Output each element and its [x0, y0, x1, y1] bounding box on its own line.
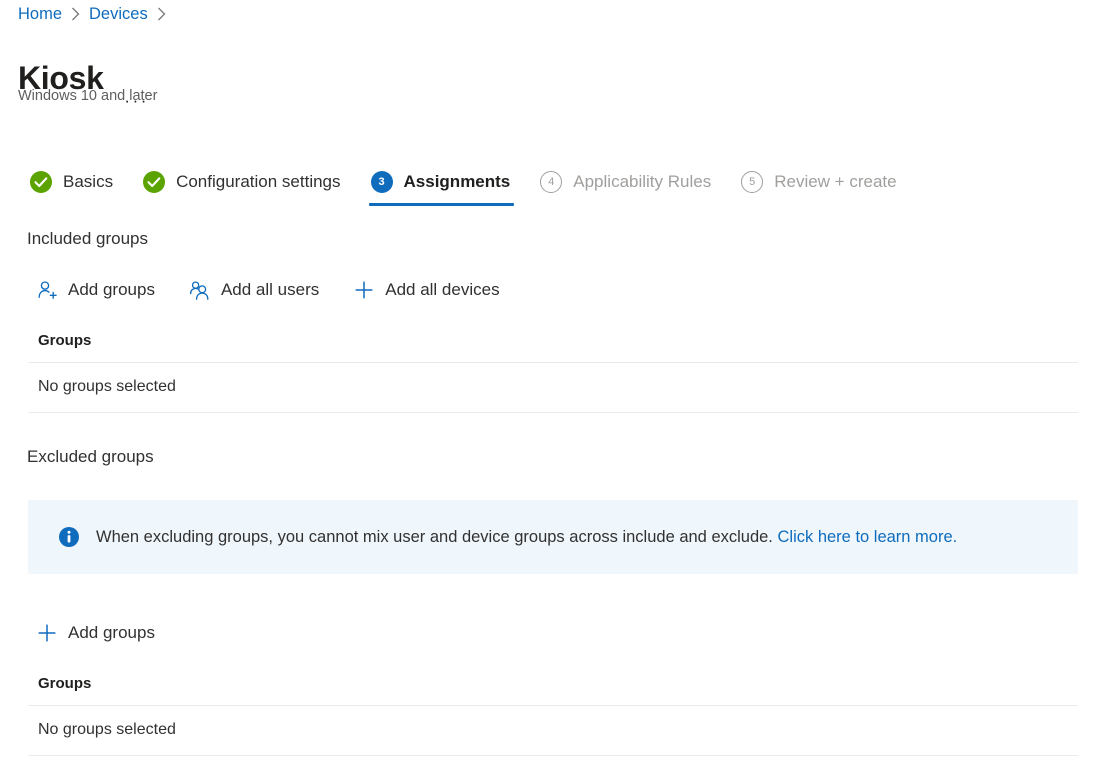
- add-all-users-label: Add all users: [221, 280, 319, 300]
- step-number-badge: 3: [371, 171, 393, 193]
- excluded-groups-heading: Excluded groups: [27, 447, 154, 467]
- excluded-add-groups-label: Add groups: [68, 623, 155, 643]
- excluded-groups-command-bar: Add groups: [34, 616, 187, 650]
- wizard-steps: Basics Configuration settings 3 Assignme…: [24, 160, 921, 208]
- learn-more-link[interactable]: Click here to learn more.: [778, 528, 958, 546]
- add-person-icon: [36, 279, 58, 301]
- tab-configuration-settings[interactable]: Configuration settings: [137, 160, 348, 204]
- step-number-badge: 4: [540, 171, 562, 193]
- page-title-row: Kiosk ···: [18, 38, 152, 119]
- included-groups-command-bar: Add groups Add all users Add all devices: [34, 273, 532, 307]
- check-circle-icon: [30, 171, 52, 193]
- included-groups-table: Groups No groups selected: [28, 328, 1078, 413]
- page-subtitle: Windows 10 and later: [18, 88, 157, 104]
- tab-review-create[interactable]: 5 Review + create: [735, 160, 904, 204]
- add-groups-label: Add groups: [68, 280, 155, 300]
- info-banner-text: When excluding groups, you cannot mix us…: [96, 526, 957, 548]
- add-all-users-button[interactable]: Add all users: [187, 273, 329, 307]
- add-all-devices-label: Add all devices: [385, 280, 499, 300]
- people-icon: [189, 279, 211, 301]
- breadcrumb-item-home[interactable]: Home: [18, 5, 62, 24]
- step-number-badge: 5: [741, 171, 763, 193]
- chevron-right-icon-trailing: [157, 7, 166, 21]
- active-tab-underline: [369, 203, 515, 206]
- tab-assignments[interactable]: 3 Assignments: [365, 160, 519, 204]
- tab-applicability-rules[interactable]: 4 Applicability Rules: [534, 160, 719, 204]
- included-groups-heading: Included groups: [27, 229, 148, 249]
- plus-icon: [36, 622, 58, 644]
- add-all-devices-button[interactable]: Add all devices: [351, 273, 509, 307]
- tab-basics-label: Basics: [63, 172, 113, 192]
- add-groups-button[interactable]: Add groups: [34, 273, 165, 307]
- table-row: No groups selected: [28, 363, 1078, 413]
- tab-review-create-label: Review + create: [774, 172, 896, 192]
- info-icon: [58, 526, 80, 548]
- column-header-groups: Groups: [28, 328, 1078, 363]
- chevron-right-icon: [71, 7, 80, 21]
- column-header-groups: Groups: [28, 671, 1078, 706]
- exclusion-info-banner: When excluding groups, you cannot mix us…: [28, 500, 1078, 574]
- check-circle-icon: [143, 171, 165, 193]
- breadcrumb: Home Devices: [18, 3, 175, 25]
- breadcrumb-item-devices[interactable]: Devices: [89, 5, 148, 24]
- tab-configuration-settings-label: Configuration settings: [176, 172, 340, 192]
- plus-icon: [353, 279, 375, 301]
- tab-applicability-rules-label: Applicability Rules: [573, 172, 711, 192]
- tab-assignments-label: Assignments: [404, 172, 511, 192]
- excluded-add-groups-button[interactable]: Add groups: [34, 616, 165, 650]
- tab-basics[interactable]: Basics: [24, 160, 121, 204]
- excluded-groups-table: Groups No groups selected: [28, 671, 1078, 756]
- info-banner-message: When excluding groups, you cannot mix us…: [96, 528, 773, 546]
- table-row: No groups selected: [28, 706, 1078, 756]
